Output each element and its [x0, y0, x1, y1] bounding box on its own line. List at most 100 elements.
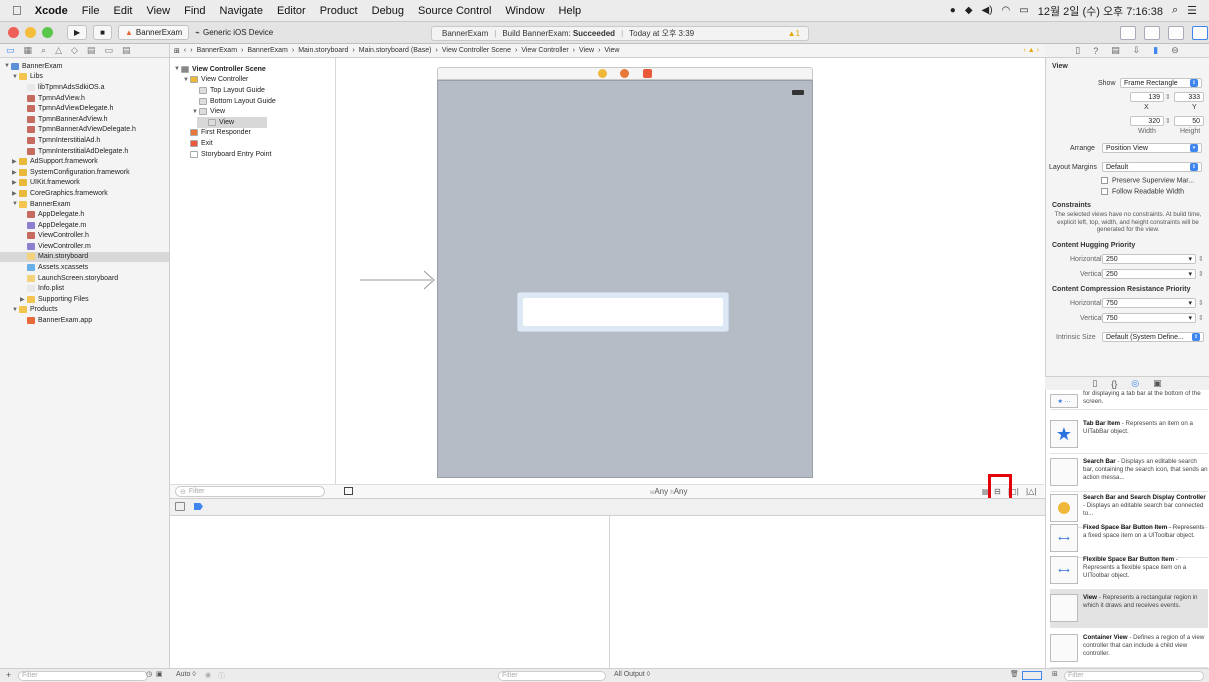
scheme-selector[interactable]: ▲ BannerExam	[118, 25, 190, 40]
compression-vertical-field[interactable]: 750 ▾	[1102, 313, 1196, 323]
disclosure-triangle-icon[interactable]: ▼	[174, 66, 181, 72]
project-navigator-icon[interactable]: ▭	[6, 45, 15, 56]
quick-help-icon[interactable]: ?	[1093, 46, 1098, 56]
stepper-icon[interactable]: ⇕	[1198, 314, 1204, 322]
view-controller-icon[interactable]	[598, 69, 607, 78]
breakpoint-navigator-icon[interactable]: ▭	[104, 45, 113, 56]
disclosure-triangle-icon[interactable]: ▼	[4, 63, 11, 69]
follow-readable-checkbox[interactable]: Follow Readable Width	[1101, 188, 1184, 195]
menu-debug[interactable]: Debug	[365, 5, 411, 17]
outline-filter-input[interactable]: ⊖ Filter	[175, 486, 325, 497]
jump-item[interactable]: View Controller	[521, 47, 568, 54]
auto-variables-select[interactable]: Auto ◊	[176, 671, 196, 678]
symbol-navigator-icon[interactable]: ▦	[24, 45, 33, 56]
navigator-item[interactable]: Assets.xcassets	[0, 262, 169, 273]
menu-product[interactable]: Product	[313, 5, 365, 17]
outline-item[interactable]: Exit	[170, 138, 335, 149]
find-navigator-icon[interactable]: ⌕	[41, 45, 46, 56]
navigator-item[interactable]: ▼ BannerExam	[0, 61, 169, 72]
status-icon[interactable]: ◆	[965, 5, 973, 16]
disclosure-triangle-icon[interactable]: ▶	[12, 190, 19, 197]
navigator-item[interactable]: ViewController.m	[0, 241, 169, 252]
clock[interactable]: 12월 2일 (수) 오후 7:16:38	[1038, 3, 1163, 19]
variables-filter-input[interactable]: Filter	[498, 671, 606, 681]
disclosure-triangle-icon[interactable]: ▼	[12, 201, 19, 207]
first-responder-icon[interactable]	[620, 69, 629, 78]
navigator-filter-input[interactable]: Filter	[18, 671, 148, 681]
navigator-item[interactable]: TpmnBannerAdView.h	[0, 114, 169, 125]
apple-menu-icon[interactable]: 	[0, 3, 28, 18]
width-field[interactable]: 320	[1130, 116, 1164, 126]
spotlight-icon[interactable]: ⌕	[1172, 4, 1178, 17]
menu-find[interactable]: Find	[177, 5, 212, 17]
jump-item[interactable]: BannerExam	[197, 47, 237, 54]
issue-navigator-icon[interactable]: △	[55, 45, 62, 56]
outline-item[interactable]: Bottom Layout Guide	[170, 96, 335, 107]
file-template-library-icon[interactable]: ▯	[1092, 378, 1097, 389]
media-library-icon[interactable]: ▣	[1153, 378, 1162, 389]
menu-file[interactable]: File	[75, 5, 107, 17]
disclosure-triangle-icon[interactable]: ▼	[192, 109, 199, 115]
battery-icon[interactable]: ▭	[1019, 5, 1028, 16]
wifi-icon[interactable]: ◠	[1002, 5, 1011, 16]
navigator-item[interactable]: ▶ AdSupport.framework	[0, 156, 169, 167]
outline-item[interactable]: View	[197, 116, 267, 128]
menu-source-control[interactable]: Source Control	[411, 5, 498, 17]
connections-inspector-icon[interactable]: ⊖	[1171, 45, 1179, 56]
library-item[interactable]: Container View - Defines a region of a v…	[1050, 630, 1208, 668]
disclosure-triangle-icon[interactable]: ▶	[12, 169, 19, 176]
disclosure-triangle-icon[interactable]: ▼	[12, 74, 19, 80]
stepper-icon[interactable]: ⇕	[1165, 93, 1171, 101]
eye-icon[interactable]: ◉	[205, 671, 211, 679]
attributes-inspector-icon[interactable]: ⇩	[1133, 45, 1141, 56]
stop-button[interactable]: ■	[93, 25, 112, 40]
library-grid-icon[interactable]: ⊞	[1052, 670, 1058, 678]
jump-item[interactable]: View	[579, 47, 594, 54]
run-button[interactable]: ▶	[67, 25, 88, 40]
add-file-button[interactable]: +	[6, 670, 11, 680]
volume-icon[interactable]: ◀)	[982, 5, 993, 16]
navigator-item[interactable]: LaunchScreen.storyboard	[0, 273, 169, 284]
menu-editor[interactable]: Editor	[270, 5, 313, 17]
menu-edit[interactable]: Edit	[107, 5, 140, 17]
warning-badge[interactable]: ▲1	[788, 29, 800, 38]
navigator-item[interactable]: ▼ Products	[0, 305, 169, 316]
menu-xcode[interactable]: Xcode	[28, 5, 75, 17]
library-filter-input[interactable]: Filter	[1064, 671, 1204, 681]
object-library-icon[interactable]: ◎	[1131, 378, 1139, 389]
jump-item[interactable]: View Controller Scene	[442, 47, 511, 54]
navigator-item[interactable]: ▶ Supporting Files	[0, 294, 169, 305]
notification-center-icon[interactable]: ☰	[1187, 4, 1197, 17]
stepper-icon[interactable]: ⇕	[1198, 270, 1204, 278]
stepper-icon[interactable]: ⇕	[1198, 255, 1204, 263]
report-navigator-icon[interactable]: ▤	[122, 45, 131, 56]
navigator-toggle-icon[interactable]	[1192, 26, 1208, 40]
library-item[interactable]: Search Bar - Displays an editable search…	[1050, 454, 1208, 492]
test-navigator-icon[interactable]: ◇	[71, 45, 78, 56]
back-icon[interactable]: ‹	[184, 47, 186, 54]
zoom-window-button[interactable]	[42, 27, 53, 38]
navigator-item[interactable]: TpmnInterstitialAd.h	[0, 135, 169, 146]
scm-filter-icon[interactable]: ▣	[156, 670, 163, 678]
navigator-item[interactable]: TpmnAdView.h	[0, 93, 169, 104]
library-item[interactable]: ★ ··· for displaying a tab bar at the bot…	[1050, 390, 1208, 410]
recent-files-icon[interactable]: ◷	[146, 670, 152, 678]
show-popup[interactable]: Frame Rectangle ⇕	[1120, 78, 1202, 88]
identity-inspector-icon[interactable]: ▤	[1111, 45, 1120, 56]
navigator-item[interactable]: ▶ CoreGraphics.framework	[0, 188, 169, 199]
navigator-item[interactable]: AppDelegate.h	[0, 209, 169, 220]
navigator-item[interactable]: ViewController.h	[0, 231, 169, 242]
outline-item[interactable]: First Responder	[170, 128, 335, 139]
device-selector[interactable]: ⌁ Generic iOS Device	[195, 28, 273, 37]
trash-icon[interactable]: 🗑	[1010, 670, 1019, 678]
menu-window[interactable]: Window	[498, 5, 551, 17]
disclosure-triangle-icon[interactable]: ▶	[12, 179, 19, 186]
hugging-vertical-field[interactable]: 250 ▾	[1102, 269, 1196, 279]
y-field[interactable]: 333	[1174, 92, 1204, 102]
minimize-window-button[interactable]	[25, 27, 36, 38]
assistant-editor-icon[interactable]	[1144, 26, 1160, 40]
view-controller-scene[interactable]	[437, 80, 813, 478]
code-snippet-library-icon[interactable]: {}	[1111, 379, 1117, 389]
stepper-icon[interactable]: ⇕	[1198, 299, 1204, 307]
output-select[interactable]: All Output ◊	[614, 671, 650, 678]
